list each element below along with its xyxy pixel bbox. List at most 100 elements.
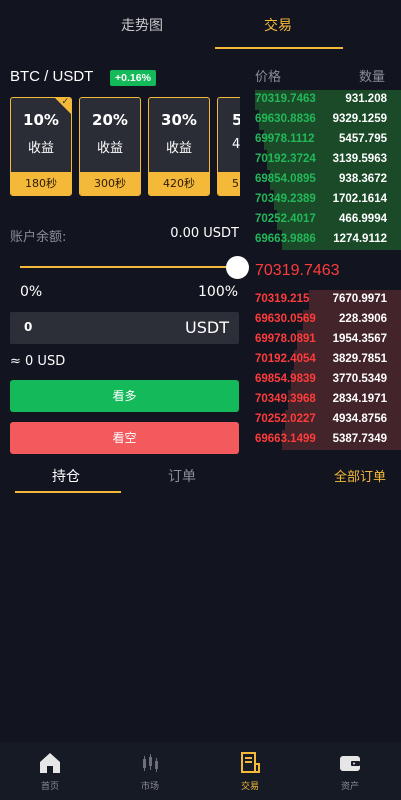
card-percent: 30% xyxy=(161,111,197,129)
slider-min-label: 0% xyxy=(20,284,43,300)
nav-market-label: 市场 xyxy=(140,782,159,792)
ask-price: 70319.215 xyxy=(255,293,310,305)
card-time: 180秒 xyxy=(11,172,71,195)
card-label: 4 xyxy=(232,137,240,152)
duration-card-420[interactable]: 30% 收益 420秒 xyxy=(148,97,210,196)
ask-qty: 3829.7851 xyxy=(332,353,387,365)
ask-price: 69663.1499 xyxy=(255,433,316,445)
nav-trade-label: 交易 xyxy=(240,782,259,792)
bid-row[interactable]: 69978.1112 5457.795 xyxy=(252,130,401,150)
orderbook-price-header: 价格 xyxy=(255,70,282,85)
ask-qty: 228.3906 xyxy=(339,313,387,325)
bid-qty: 5457.795 xyxy=(339,133,387,145)
bid-row[interactable]: 69663.9886 1274.9112 xyxy=(252,230,401,250)
card-time: 300秒 xyxy=(80,172,140,195)
duration-card-partial[interactable]: 5 4 5 xyxy=(217,97,240,196)
ask-row[interactable]: 70319.215 7670.9971 xyxy=(252,290,401,310)
tab-orders[interactable]: 订单 xyxy=(168,466,196,486)
wallet-icon xyxy=(340,756,360,771)
bid-row[interactable]: 70349.2389 1702.1614 xyxy=(252,190,401,210)
duration-card-300[interactable]: 20% 收益 300秒 xyxy=(79,97,141,196)
ask-qty: 5387.7349 xyxy=(332,433,387,445)
balance-value: 0.00 USDT xyxy=(170,226,239,241)
all-orders-link[interactable]: 全部订单 xyxy=(334,466,386,485)
balance-label: 账户余额: xyxy=(10,230,67,245)
bid-price: 70319.7463 xyxy=(255,93,316,105)
bid-qty: 9329.1259 xyxy=(332,113,387,125)
amount-field[interactable]: USDT xyxy=(10,312,239,344)
bid-qty: 1274.9112 xyxy=(333,233,387,245)
ask-row[interactable]: 69630.0569 228.3906 xyxy=(252,310,401,330)
ask-row[interactable]: 70252.0227 4934.8756 xyxy=(252,410,401,430)
amount-input[interactable] xyxy=(24,320,144,334)
pair-name[interactable]: BTC / USDT xyxy=(10,68,93,85)
ask-row[interactable]: 69978.0891 1954.3567 xyxy=(252,330,401,350)
ask-price: 70252.0227 xyxy=(255,413,316,425)
bid-price: 70192.3724 xyxy=(255,153,316,165)
active-tab-indicator xyxy=(215,47,343,49)
ask-qty: 1954.3567 xyxy=(332,333,387,345)
check-icon: ✓ xyxy=(61,97,69,107)
orderbook-bids: 70319.7463 931.208 69630.8836 9329.1259 69… xyxy=(252,90,401,250)
orderbook-asks: 70319.215 7670.9971 69630.0569 228.3906 69… xyxy=(252,290,401,450)
ask-qty: 7670.9971 xyxy=(332,293,387,305)
bid-price: 70349.2389 xyxy=(255,193,316,205)
sell-short-button[interactable]: 看空 xyxy=(10,422,239,454)
bid-price: 70252.4017 xyxy=(255,213,316,225)
approx-usd: ≈ 0 USD xyxy=(10,354,66,369)
ask-row[interactable]: 70349.3968 2834.1971 xyxy=(252,390,401,410)
top-tabs: 走势图 交易 xyxy=(0,0,401,50)
amount-slider-track[interactable] xyxy=(20,266,238,268)
bid-price: 69630.8836 xyxy=(255,113,316,125)
ask-price: 69630.0569 xyxy=(255,313,316,325)
bid-price: 69854.0895 xyxy=(255,173,316,185)
trade-document-icon xyxy=(241,752,260,773)
ask-row[interactable]: 70192.4054 3829.7851 xyxy=(252,350,401,370)
trade-page: 走势图 交易 BTC / USDT +0.16% ✓ 10% 收益 180秒 2… xyxy=(0,0,401,800)
card-percent: 20% xyxy=(92,111,128,129)
ask-qty: 3770.5349 xyxy=(332,373,387,385)
ask-row[interactable]: 69854.9839 3770.5349 xyxy=(252,370,401,390)
bid-row[interactable]: 70192.3724 3139.5963 xyxy=(252,150,401,170)
buy-long-button[interactable]: 看多 xyxy=(10,380,239,412)
ask-price: 69854.9839 xyxy=(255,373,316,385)
bid-price: 69663.9886 xyxy=(255,233,316,245)
tab-positions[interactable]: 持仓 xyxy=(52,466,80,486)
ask-price: 69978.0891 xyxy=(255,333,316,345)
duration-card-180[interactable]: ✓ 10% 收益 180秒 xyxy=(10,97,72,196)
bid-qty: 466.9994 xyxy=(339,213,387,225)
nav-home-label: 首页 xyxy=(40,782,59,792)
last-price: 70319.7463 xyxy=(255,262,340,279)
home-icon xyxy=(40,753,60,773)
sub-tab-indicator xyxy=(15,491,121,493)
tab-trend[interactable]: 走势图 xyxy=(82,15,202,35)
bid-qty: 1702.1614 xyxy=(332,193,387,205)
change-badge: +0.16% xyxy=(110,70,156,86)
card-percent: 10% xyxy=(23,111,59,129)
amount-slider-handle[interactable] xyxy=(226,256,249,279)
card-label: 收益 xyxy=(165,141,192,156)
card-percent: 5 xyxy=(218,111,240,129)
bid-row[interactable]: 69854.0895 938.3672 xyxy=(252,170,401,190)
ask-price: 70349.3968 xyxy=(255,393,316,405)
nav-assets-label: 资产 xyxy=(340,782,359,792)
duration-cards: ✓ 10% 收益 180秒 20% 收益 300秒 30% 收益 420秒 5 … xyxy=(10,97,240,196)
ask-row[interactable]: 69663.1499 5387.7349 xyxy=(252,430,401,450)
bid-row[interactable]: 70252.4017 466.9994 xyxy=(252,210,401,230)
amount-unit: USDT xyxy=(185,318,229,337)
nav-market[interactable]: 市场 xyxy=(110,750,190,792)
bid-price: 69978.1112 xyxy=(255,133,315,145)
nav-home[interactable]: 首页 xyxy=(10,750,90,792)
bid-row[interactable]: 69630.8836 9329.1259 xyxy=(252,110,401,130)
ask-qty: 2834.1971 xyxy=(332,393,387,405)
card-label: 收益 xyxy=(96,141,123,156)
tab-trade[interactable]: 交易 xyxy=(218,15,338,35)
bid-qty: 938.3672 xyxy=(339,173,387,185)
orderbook-qty-header: 数量 xyxy=(359,70,386,85)
bottom-nav: 首页 市场 交易 资产 xyxy=(0,742,401,800)
bid-row[interactable]: 70319.7463 931.208 xyxy=(252,90,401,110)
ask-qty: 4934.8756 xyxy=(332,413,387,425)
nav-trade[interactable]: 交易 xyxy=(210,750,290,792)
nav-assets[interactable]: 资产 xyxy=(310,750,390,792)
bid-qty: 3139.5963 xyxy=(332,153,387,165)
